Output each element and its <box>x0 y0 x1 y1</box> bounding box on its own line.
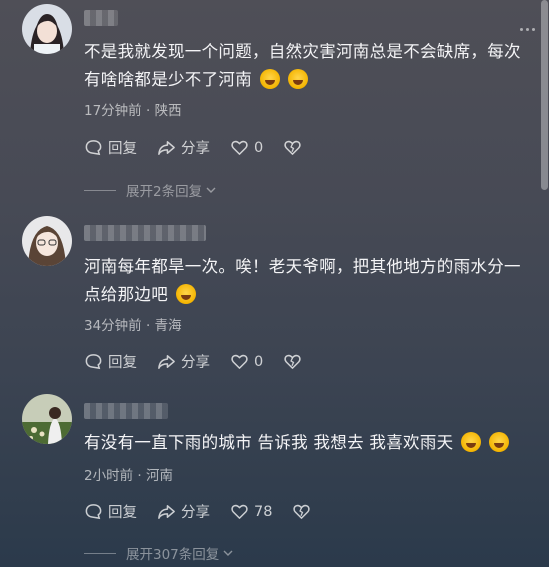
heart-icon <box>231 354 248 369</box>
comment-meta: 2小时前 · 河南 <box>84 468 173 484</box>
comment-text: 河南每年都旱一次。唉！老天爷啊，把其他地方的雨水分一点给那边吧 <box>84 257 521 304</box>
like-button[interactable]: 78 <box>230 502 272 521</box>
username-blurred[interactable] <box>84 10 118 26</box>
heart-icon <box>231 140 248 155</box>
like-button[interactable]: 0 <box>230 352 263 371</box>
more-options-icon[interactable] <box>517 16 535 35</box>
avatar[interactable] <box>22 216 72 266</box>
share-button[interactable]: 分享 <box>157 501 210 522</box>
avatar[interactable] <box>22 394 72 444</box>
share-icon <box>158 141 175 155</box>
comment-text: 不是我就发现一个问题，自然灾害河南总是不会缺席，每次有啥啥都是少不了河南 <box>84 42 521 89</box>
reply-button[interactable]: 回复 <box>84 351 137 372</box>
comment-actions: 回复 分享 0 <box>84 137 327 158</box>
username-blurred[interactable] <box>84 225 206 241</box>
heart-icon <box>231 504 248 519</box>
share-button[interactable]: 分享 <box>157 137 210 158</box>
broken-heart-icon <box>293 504 311 519</box>
reply-icon <box>85 140 102 156</box>
reply-button[interactable]: 回复 <box>84 137 137 158</box>
username-blurred[interactable] <box>84 403 168 419</box>
crying-emoji <box>176 284 196 304</box>
expand-replies-button[interactable]: 展开307条回复 <box>84 543 234 563</box>
avatar[interactable] <box>22 4 72 54</box>
comment-text: 有没有一直下雨的城市 告诉我 我想去 我喜欢雨天 <box>84 429 529 457</box>
reply-button[interactable]: 回复 <box>84 501 137 522</box>
dislike-button[interactable] <box>283 138 307 157</box>
rolling-laughing-emoji <box>260 69 280 89</box>
reply-icon <box>85 354 102 370</box>
crying-emoji <box>489 432 510 452</box>
comment-actions: 回复 分享 78 <box>84 501 336 522</box>
scrollbar[interactable] <box>541 0 548 190</box>
broken-heart-icon <box>284 140 301 155</box>
comment-meta: 34分钟前 · 青海 <box>84 318 182 334</box>
share-button[interactable]: 分享 <box>157 351 210 372</box>
dislike-button[interactable] <box>292 502 316 521</box>
rolling-laughing-emoji <box>288 69 308 89</box>
reply-icon <box>85 504 102 520</box>
share-icon <box>158 505 175 519</box>
comment-meta: 17分钟前 · 陕西 <box>84 103 182 119</box>
chevron-down-icon <box>206 187 216 193</box>
comment-actions: 回复 分享 0 <box>84 351 327 372</box>
dislike-button[interactable] <box>283 352 307 371</box>
crying-emoji <box>461 432 482 452</box>
expand-replies-button[interactable]: 展开2条回复 <box>84 180 217 200</box>
share-icon <box>158 355 175 369</box>
chevron-down-icon <box>223 550 233 556</box>
like-button[interactable]: 0 <box>230 138 263 157</box>
broken-heart-icon <box>284 354 301 369</box>
